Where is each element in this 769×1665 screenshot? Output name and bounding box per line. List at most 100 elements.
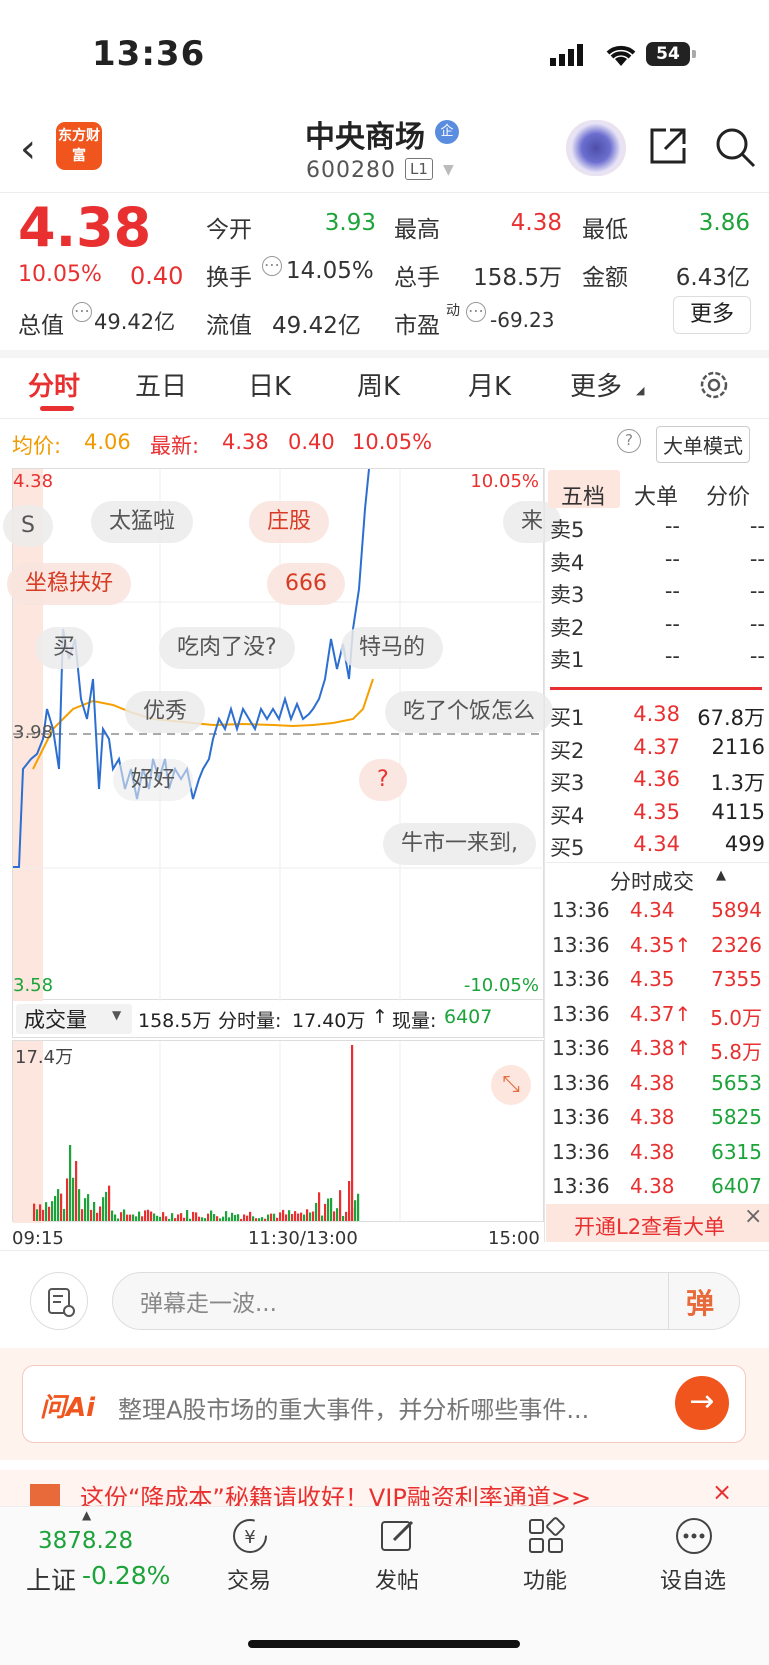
trade-yen-icon[interactable]: ¥ [230, 1516, 270, 1556]
volume-bar [255, 1218, 258, 1221]
nav-trade[interactable]: 交易 [199, 1563, 299, 1595]
volume-bar [63, 1208, 66, 1221]
danmu-input-placeholder[interactable]: 弹幕走一波... [140, 1284, 277, 1318]
bid-volume: 4115 [711, 799, 765, 824]
volume-value: 158.5万 [473, 265, 562, 291]
volume-bar [42, 1209, 45, 1221]
current-volume-label: 现量: [392, 1010, 437, 1032]
index-pct[interactable]: -0.28% [82, 1561, 170, 1590]
back-button[interactable]: ‹ [20, 126, 36, 172]
volume-bar [57, 1189, 60, 1221]
danmu-send-button[interactable]: 弹 [686, 1282, 714, 1322]
y-bottom-price: 3.58 [13, 975, 54, 996]
volume-bar [246, 1215, 249, 1221]
tab-more[interactable]: 更多 [570, 366, 622, 403]
volume-chart[interactable]: 17.4万 ⤡ [12, 1040, 544, 1223]
more-button[interactable]: 更多 [673, 296, 751, 334]
close-icon[interactable]: × [712, 1478, 732, 1506]
bid-volume: 2116 [711, 734, 765, 759]
nav-add-watchlist[interactable]: 设自选 [643, 1563, 743, 1595]
high-value: 4.38 [510, 210, 562, 236]
tab-weekly-k[interactable]: 周K [357, 366, 400, 403]
search-icon[interactable] [714, 126, 756, 168]
volume-bar [237, 1214, 240, 1221]
volume-bar [213, 1214, 216, 1221]
low-label: 最低 [582, 217, 628, 243]
minute-volume: 17.40万 [292, 1010, 366, 1032]
chevron-down-icon[interactable]: ▼ [443, 162, 454, 178]
last-price: 4.38 [18, 196, 152, 259]
volume-bar [270, 1213, 273, 1221]
volume-bar [144, 1210, 147, 1221]
danmu-bubble: 牛市一来到, [383, 823, 536, 865]
ai-prompt-text[interactable]: 整理A股市场的重大事件，并分析哪些事件... [118, 1390, 658, 1425]
expand-icon[interactable]: ⤡ [491, 1065, 531, 1105]
functions-grid-icon[interactable] [526, 1516, 566, 1556]
volume-bar [177, 1214, 180, 1221]
volume-bar [102, 1197, 105, 1221]
minute-volume-label: 分时量: [218, 1010, 282, 1032]
level-badge[interactable]: L1 [405, 158, 433, 180]
l2-upgrade-link[interactable]: 开通L2查看大单 [574, 1211, 725, 1241]
volume-bar [183, 1217, 186, 1221]
tab-intraday[interactable]: 分时 [28, 366, 80, 403]
intraday-chart[interactable]: S 太猛啦 庄股 来 坐稳扶好 666 买 吃肉了没? 特马的 优秀 吃了个饭怎… [3, 468, 562, 1001]
danmu-bubble: 太猛啦 [91, 501, 194, 543]
volume-bar [219, 1218, 222, 1221]
trade-time: 13:36 [552, 1070, 610, 1095]
more-dots-icon[interactable] [674, 1516, 714, 1556]
volume-bar [339, 1190, 342, 1221]
current-volume: 6407 [444, 1006, 493, 1028]
help-icon[interactable]: ? [617, 429, 641, 453]
tab-daily-k[interactable]: 日K [248, 366, 291, 403]
volume-bar [195, 1212, 198, 1221]
share-icon[interactable] [648, 126, 688, 166]
volume-bar [48, 1206, 51, 1221]
nav-post[interactable]: 发帖 [347, 1563, 447, 1595]
info-icon[interactable]: ⋯ [262, 256, 282, 276]
gear-icon[interactable] [697, 368, 731, 402]
volume-bar [291, 1214, 294, 1221]
turnover-value: 14.05% [286, 258, 374, 284]
battery-icon: 54 [646, 42, 696, 66]
ai-send-arrow-icon[interactable]: → [675, 1376, 729, 1430]
info-icon[interactable]: ⋯ [72, 302, 92, 322]
app-logo[interactable]: 东方财富 [56, 122, 102, 170]
volume-bar [264, 1218, 267, 1221]
volume-bar [120, 1212, 123, 1221]
tab-monthly-k[interactable]: 月K [468, 366, 511, 403]
tab-five-day[interactable]: 五日 [135, 366, 187, 403]
tab-five-level[interactable]: 五档 [561, 479, 605, 511]
robot-assistant-icon[interactable] [566, 120, 626, 176]
trade-time: 13:36 [552, 1174, 610, 1198]
trade-time: 13:36 [552, 967, 610, 991]
volume-bar [114, 1214, 117, 1221]
volume-bar [216, 1216, 219, 1221]
nav-functions[interactable]: 功能 [495, 1563, 595, 1595]
info-icon[interactable]: ⋯ [466, 302, 486, 322]
volume-bar [354, 1200, 357, 1221]
trades-title[interactable]: 分时成交 [610, 866, 694, 896]
big-order-mode-button[interactable]: 大单模式 [656, 426, 750, 463]
volume-bar [138, 1211, 141, 1221]
promo-text[interactable]: 这份“降成本”秘籍请收好！VIP融资利率通道>> [80, 1478, 591, 1506]
avg-label: 均价: [12, 434, 62, 458]
tab-price-distribution[interactable]: 分价 [706, 479, 750, 511]
note-settings-button[interactable] [30, 1272, 88, 1330]
post-pencil-icon[interactable] [378, 1516, 418, 1556]
volume-bar [300, 1212, 303, 1221]
tab-big-orders[interactable]: 大单 [634, 479, 678, 511]
chevron-down-icon[interactable]: ▼ [112, 1008, 121, 1022]
index-value[interactable]: 3878.28 [38, 1528, 133, 1554]
volume-bar [117, 1218, 120, 1221]
volume-bar [315, 1202, 318, 1221]
index-name[interactable]: 上证 [26, 1561, 76, 1597]
volume-bar [36, 1209, 39, 1221]
volume-bar [132, 1214, 135, 1221]
volume-bar [159, 1216, 162, 1221]
volume-selector[interactable]: 成交量 [24, 1004, 87, 1034]
trade-time: 13:36 [552, 1105, 610, 1129]
trade-price: 4.34 [630, 898, 675, 922]
close-icon[interactable]: × [744, 1204, 762, 1229]
arrow-up-icon: ↑ [372, 1006, 388, 1028]
